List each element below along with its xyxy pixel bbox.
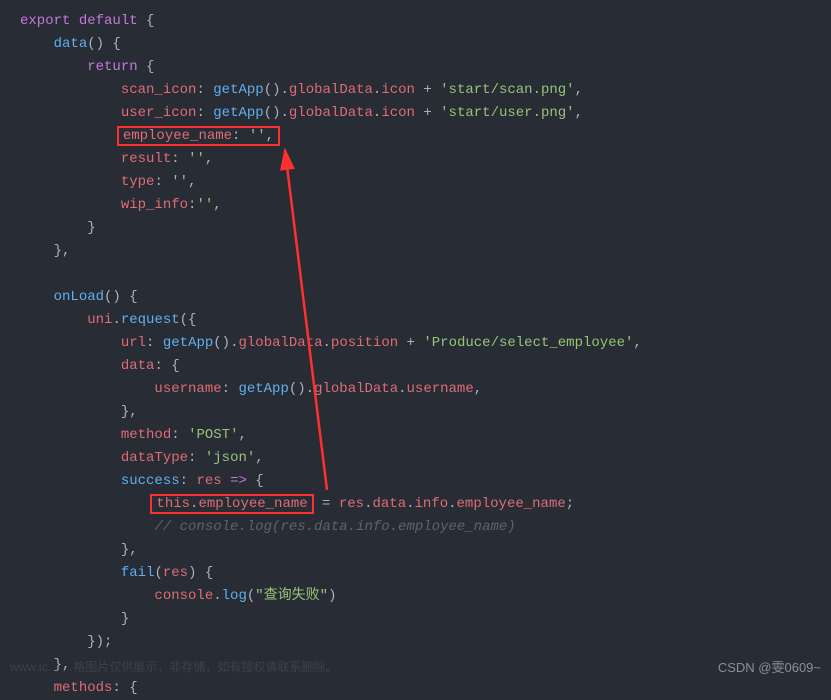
highlight-box-2: this.employee_name (150, 494, 313, 514)
highlight-box-1: employee_name: '', (117, 126, 280, 146)
code-block: export default { data() { return { scan_… (20, 10, 831, 700)
footer-faint-text: www.tc... …格图片仅供展示，非存储，如有授权请联系删除。 (10, 656, 337, 679)
csdn-watermark: CSDN @雯0609~ (718, 656, 821, 679)
